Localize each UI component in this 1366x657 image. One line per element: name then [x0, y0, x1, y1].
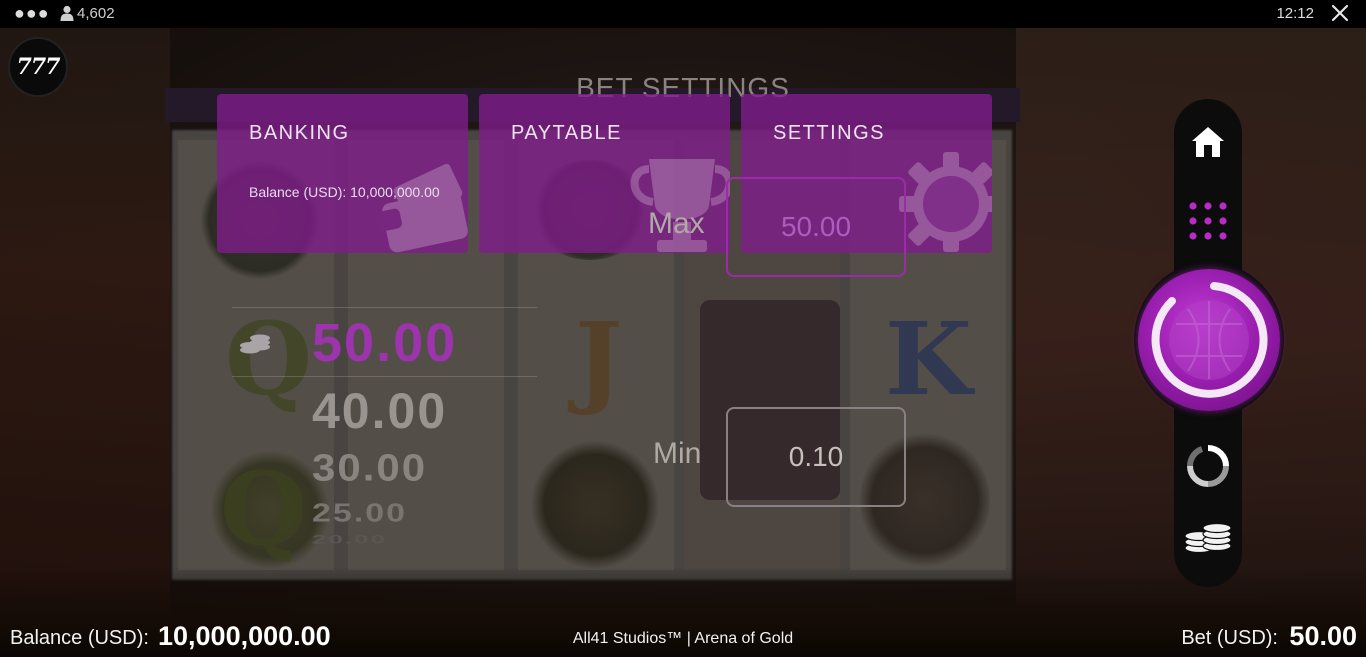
- picker-divider: [232, 307, 537, 308]
- min-label: Min: [653, 437, 702, 470]
- bet-option[interactable]: 20.00: [312, 533, 387, 547]
- banking-title: BANKING: [249, 122, 350, 144]
- gear-icon: [899, 152, 992, 252]
- picker-divider: [232, 376, 537, 377]
- max-label: Max: [648, 207, 705, 240]
- footer-bar: Balance (USD): 10,000,000.00 All41 Studi…: [0, 617, 1366, 657]
- max-bet-field[interactable]: 50.00: [726, 177, 906, 277]
- bet-coins-button[interactable]: [1183, 520, 1233, 554]
- close-icon[interactable]: [1330, 3, 1350, 23]
- game-screen: Q J K Q ●●● 4,602 12:12 777 BET SETTINGS…: [0, 0, 1366, 657]
- more-dots-icon[interactable]: ●●●: [14, 4, 50, 22]
- home-button[interactable]: [1190, 124, 1226, 160]
- coins-icon: [1184, 522, 1232, 554]
- banking-balance: Balance (USD): 10,000,000.00: [249, 184, 440, 200]
- wallet-icon: [376, 163, 468, 253]
- status-bar: ●●● 4,602 12:12: [0, 0, 1366, 28]
- bet-value: 50.00: [1289, 621, 1357, 651]
- bet-option[interactable]: 30.00: [312, 446, 427, 489]
- min-bet-field[interactable]: 0.10: [726, 407, 906, 507]
- settings-title: SETTINGS: [773, 122, 886, 144]
- clock: 12:12: [1276, 5, 1314, 22]
- game-studio-title: All41 Studios™ | Arena of Gold: [572, 630, 794, 647]
- spin-button[interactable]: [1138, 269, 1280, 411]
- bet-option[interactable]: 40.00: [312, 382, 447, 440]
- menu-grid-button[interactable]: [1187, 201, 1229, 241]
- autoplay-button[interactable]: [1186, 444, 1230, 488]
- paytable-title: PAYTABLE: [511, 122, 622, 144]
- player-count: 4,602: [77, 5, 115, 22]
- bet-label: Bet (USD):: [1181, 627, 1278, 649]
- autoplay-icon: [1186, 445, 1229, 487]
- user-icon: [60, 5, 74, 21]
- grid-dots-icon: [1189, 202, 1227, 240]
- coins-icon: [240, 334, 270, 354]
- banking-tile[interactable]: BANKING Balance (USD): 10,000,000.00: [217, 94, 468, 253]
- bet-option[interactable]: 25.00: [312, 499, 407, 528]
- home-icon: [1192, 127, 1224, 157]
- bet-option-selected[interactable]: 50.00: [312, 312, 457, 374]
- spin-icon: [1151, 282, 1268, 398]
